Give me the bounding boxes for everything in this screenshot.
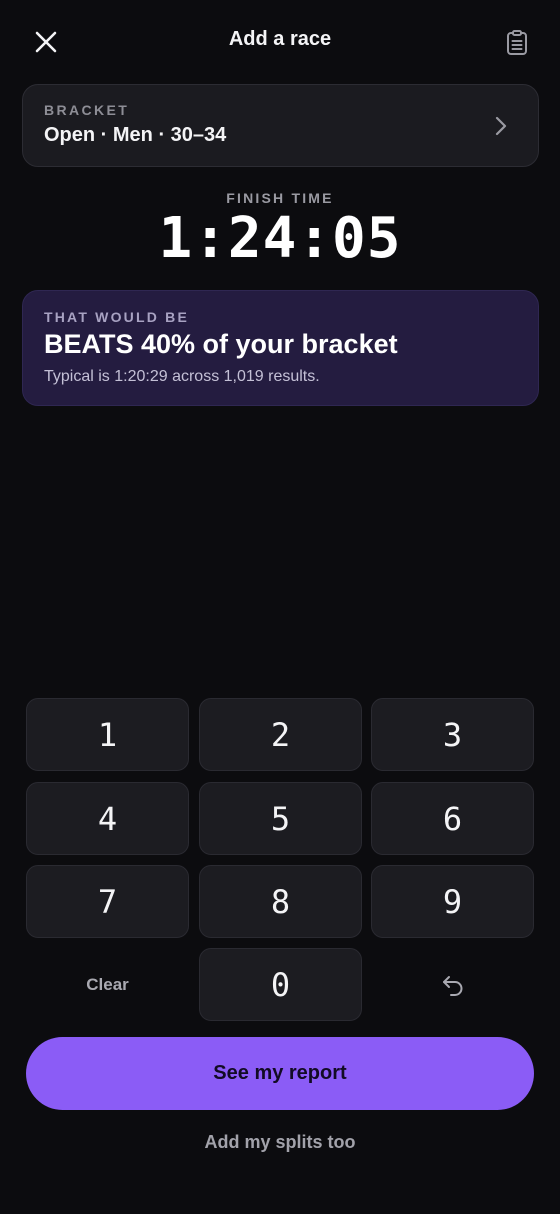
bracket-selector[interactable]: BRACKET Open · Men · 30–34	[22, 84, 539, 167]
insight-label: THAT WOULD BE	[44, 309, 189, 325]
key-2[interactable]: 2	[199, 698, 362, 771]
key-3[interactable]: 3	[371, 698, 534, 771]
insight-card: THAT WOULD BE BEATS 40% of your bracket …	[22, 290, 539, 406]
header: Add a race	[0, 0, 560, 84]
key-0[interactable]: 0	[199, 948, 362, 1021]
finish-time-label: FINISH TIME	[226, 190, 334, 206]
key-1[interactable]: 1	[26, 698, 189, 771]
chevron-right-icon	[495, 116, 507, 136]
see-report-button[interactable]: See my report	[26, 1037, 534, 1110]
add-race-screen: Add a race BRACKET Open · Men · 30–34 FI…	[0, 0, 560, 1214]
clipboard-button[interactable]	[498, 24, 536, 62]
bracket-label: BRACKET	[44, 102, 130, 118]
key-4[interactable]: 4	[26, 782, 189, 855]
insight-headline: BEATS 40% of your bracket	[44, 329, 398, 359]
key-8[interactable]: 8	[199, 865, 362, 938]
bracket-value: Open · Men · 30–34	[44, 124, 227, 146]
finish-time-display: 1:24:05	[158, 206, 402, 271]
insight-subtext: Typical is 1:20:29 across 1,019 results.	[44, 368, 320, 385]
clipboard-icon	[507, 30, 527, 55]
undo-button[interactable]	[371, 948, 534, 1021]
page-title: Add a race	[228, 28, 332, 50]
key-6[interactable]: 6	[371, 782, 534, 855]
key-9[interactable]: 9	[371, 865, 534, 938]
key-5[interactable]: 5	[199, 782, 362, 855]
undo-icon	[442, 975, 462, 996]
key-7[interactable]: 7	[26, 865, 189, 938]
clear-button[interactable]: Clear	[26, 948, 189, 1021]
add-splits-link[interactable]: Add my splits too	[0, 1132, 560, 1153]
